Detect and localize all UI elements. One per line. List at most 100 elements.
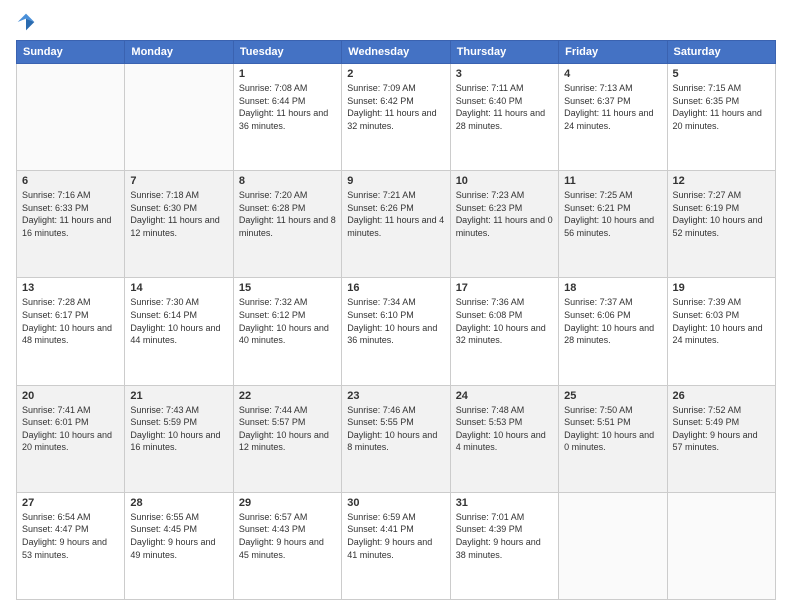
day-number: 15 bbox=[239, 282, 336, 294]
calendar-cell: 20 Sunrise: 7:41 AM Sunset: 6:01 PM Dayli… bbox=[17, 385, 125, 492]
calendar-cell: 23 Sunrise: 7:46 AM Sunset: 5:55 PM Dayli… bbox=[342, 385, 450, 492]
calendar-cell: 27Sunrise: 6:54 AM Sunset: 4:47 PM Dayli… bbox=[17, 492, 125, 599]
day-number: 1 bbox=[239, 68, 336, 80]
weekday-header-friday: Friday bbox=[559, 41, 667, 64]
day-number: 2 bbox=[347, 68, 444, 80]
day-detail: Sunrise: 7:32 AM Sunset: 6:12 PM Dayligh… bbox=[239, 296, 336, 346]
calendar-cell: 6 Sunrise: 7:16 AM Sunset: 6:33 PM Daylig… bbox=[17, 171, 125, 278]
day-detail: Sunrise: 7:37 AM Sunset: 6:06 PM Dayligh… bbox=[564, 296, 661, 346]
day-detail: Sunrise: 7:50 AM Sunset: 5:51 PM Dayligh… bbox=[564, 404, 661, 454]
day-number: 14 bbox=[130, 282, 227, 294]
calendar-cell bbox=[125, 64, 233, 171]
calendar-week-row: 6 Sunrise: 7:16 AM Sunset: 6:33 PM Daylig… bbox=[17, 171, 776, 278]
day-detail: Sunrise: 6:59 AM Sunset: 4:41 PM Dayligh… bbox=[347, 511, 444, 561]
calendar-cell: 7 Sunrise: 7:18 AM Sunset: 6:30 PM Daylig… bbox=[125, 171, 233, 278]
calendar-cell: 24Sunrise: 7:48 AM Sunset: 5:53 PM Dayli… bbox=[450, 385, 558, 492]
day-number: 8 bbox=[239, 175, 336, 187]
day-number: 10 bbox=[456, 175, 553, 187]
day-number: 16 bbox=[347, 282, 444, 294]
calendar-cell: 22 Sunrise: 7:44 AM Sunset: 5:57 PM Dayli… bbox=[233, 385, 341, 492]
day-number: 23 bbox=[347, 390, 444, 402]
calendar-week-row: 27Sunrise: 6:54 AM Sunset: 4:47 PM Dayli… bbox=[17, 492, 776, 599]
calendar-cell: 15 Sunrise: 7:32 AM Sunset: 6:12 PM Dayli… bbox=[233, 278, 341, 385]
calendar-cell: 14 Sunrise: 7:30 AM Sunset: 6:14 PM Dayli… bbox=[125, 278, 233, 385]
calendar-cell bbox=[17, 64, 125, 171]
calendar-cell: 5 Sunrise: 7:15 AM Sunset: 6:35 PM Daylig… bbox=[667, 64, 775, 171]
weekday-header-saturday: Saturday bbox=[667, 41, 775, 64]
day-number: 7 bbox=[130, 175, 227, 187]
calendar-cell: 12 Sunrise: 7:27 AM Sunset: 6:19 PM Dayli… bbox=[667, 171, 775, 278]
day-number: 29 bbox=[239, 497, 336, 509]
calendar-cell bbox=[559, 492, 667, 599]
day-number: 30 bbox=[347, 497, 444, 509]
day-detail: Sunrise: 7:18 AM Sunset: 6:30 PM Dayligh… bbox=[130, 189, 227, 239]
day-detail: Sunrise: 6:55 AM Sunset: 4:45 PM Dayligh… bbox=[130, 511, 227, 561]
day-number: 31 bbox=[456, 497, 553, 509]
weekday-header-wednesday: Wednesday bbox=[342, 41, 450, 64]
day-detail: Sunrise: 7:43 AM Sunset: 5:59 PM Dayligh… bbox=[130, 404, 227, 454]
day-detail: Sunrise: 7:23 AM Sunset: 6:23 PM Dayligh… bbox=[456, 189, 553, 239]
day-number: 21 bbox=[130, 390, 227, 402]
calendar-cell: 11 Sunrise: 7:25 AM Sunset: 6:21 PM Dayli… bbox=[559, 171, 667, 278]
calendar-cell: 2Sunrise: 7:09 AM Sunset: 6:42 PM Daylig… bbox=[342, 64, 450, 171]
day-detail: Sunrise: 7:41 AM Sunset: 6:01 PM Dayligh… bbox=[22, 404, 119, 454]
day-number: 5 bbox=[673, 68, 770, 80]
header bbox=[16, 12, 776, 32]
day-number: 6 bbox=[22, 175, 119, 187]
calendar-cell bbox=[667, 492, 775, 599]
calendar-cell: 21 Sunrise: 7:43 AM Sunset: 5:59 PM Dayli… bbox=[125, 385, 233, 492]
day-number: 3 bbox=[456, 68, 553, 80]
calendar-cell: 16 Sunrise: 7:34 AM Sunset: 6:10 PM Dayli… bbox=[342, 278, 450, 385]
day-number: 17 bbox=[456, 282, 553, 294]
calendar-cell: 1Sunrise: 7:08 AM Sunset: 6:44 PM Daylig… bbox=[233, 64, 341, 171]
day-detail: Sunrise: 7:15 AM Sunset: 6:35 PM Dayligh… bbox=[673, 82, 770, 132]
calendar-cell: 9Sunrise: 7:21 AM Sunset: 6:26 PM Daylig… bbox=[342, 171, 450, 278]
calendar-cell: 30 Sunrise: 6:59 AM Sunset: 4:41 PM Dayli… bbox=[342, 492, 450, 599]
calendar-week-row: 20 Sunrise: 7:41 AM Sunset: 6:01 PM Dayli… bbox=[17, 385, 776, 492]
day-number: 18 bbox=[564, 282, 661, 294]
weekday-header-tuesday: Tuesday bbox=[233, 41, 341, 64]
weekday-header-monday: Monday bbox=[125, 41, 233, 64]
day-number: 11 bbox=[564, 175, 661, 187]
calendar-cell: 28Sunrise: 6:55 AM Sunset: 4:45 PM Dayli… bbox=[125, 492, 233, 599]
calendar-cell: 8 Sunrise: 7:20 AM Sunset: 6:28 PM Daylig… bbox=[233, 171, 341, 278]
day-number: 12 bbox=[673, 175, 770, 187]
calendar-cell: 4Sunrise: 7:13 AM Sunset: 6:37 PM Daylig… bbox=[559, 64, 667, 171]
page: SundayMondayTuesdayWednesdayThursdayFrid… bbox=[0, 0, 792, 612]
day-detail: Sunrise: 7:46 AM Sunset: 5:55 PM Dayligh… bbox=[347, 404, 444, 454]
day-number: 19 bbox=[673, 282, 770, 294]
calendar-cell: 29 Sunrise: 6:57 AM Sunset: 4:43 PM Dayli… bbox=[233, 492, 341, 599]
calendar-cell: 13 Sunrise: 7:28 AM Sunset: 6:17 PM Dayli… bbox=[17, 278, 125, 385]
day-detail: Sunrise: 7:21 AM Sunset: 6:26 PM Dayligh… bbox=[347, 189, 444, 239]
calendar-cell: 17Sunrise: 7:36 AM Sunset: 6:08 PM Dayli… bbox=[450, 278, 558, 385]
calendar-week-row: 1Sunrise: 7:08 AM Sunset: 6:44 PM Daylig… bbox=[17, 64, 776, 171]
day-number: 4 bbox=[564, 68, 661, 80]
logo-icon bbox=[16, 12, 36, 32]
day-detail: Sunrise: 7:48 AM Sunset: 5:53 PM Dayligh… bbox=[456, 404, 553, 454]
day-detail: Sunrise: 7:27 AM Sunset: 6:19 PM Dayligh… bbox=[673, 189, 770, 239]
day-detail: Sunrise: 6:54 AM Sunset: 4:47 PM Dayligh… bbox=[22, 511, 119, 561]
calendar-cell: 25 Sunrise: 7:50 AM Sunset: 5:51 PM Dayli… bbox=[559, 385, 667, 492]
calendar-cell: 19 Sunrise: 7:39 AM Sunset: 6:03 PM Dayli… bbox=[667, 278, 775, 385]
day-detail: Sunrise: 7:16 AM Sunset: 6:33 PM Dayligh… bbox=[22, 189, 119, 239]
day-detail: Sunrise: 6:57 AM Sunset: 4:43 PM Dayligh… bbox=[239, 511, 336, 561]
day-detail: Sunrise: 7:44 AM Sunset: 5:57 PM Dayligh… bbox=[239, 404, 336, 454]
day-detail: Sunrise: 7:39 AM Sunset: 6:03 PM Dayligh… bbox=[673, 296, 770, 346]
day-number: 22 bbox=[239, 390, 336, 402]
day-detail: Sunrise: 7:25 AM Sunset: 6:21 PM Dayligh… bbox=[564, 189, 661, 239]
weekday-header-thursday: Thursday bbox=[450, 41, 558, 64]
calendar-week-row: 13 Sunrise: 7:28 AM Sunset: 6:17 PM Dayli… bbox=[17, 278, 776, 385]
day-detail: Sunrise: 7:28 AM Sunset: 6:17 PM Dayligh… bbox=[22, 296, 119, 346]
logo bbox=[16, 12, 40, 32]
day-detail: Sunrise: 7:01 AM Sunset: 4:39 PM Dayligh… bbox=[456, 511, 553, 561]
day-detail: Sunrise: 7:34 AM Sunset: 6:10 PM Dayligh… bbox=[347, 296, 444, 346]
day-number: 25 bbox=[564, 390, 661, 402]
day-number: 20 bbox=[22, 390, 119, 402]
weekday-header-row: SundayMondayTuesdayWednesdayThursdayFrid… bbox=[17, 41, 776, 64]
day-detail: Sunrise: 7:11 AM Sunset: 6:40 PM Dayligh… bbox=[456, 82, 553, 132]
day-detail: Sunrise: 7:30 AM Sunset: 6:14 PM Dayligh… bbox=[130, 296, 227, 346]
day-number: 13 bbox=[22, 282, 119, 294]
weekday-header-sunday: Sunday bbox=[17, 41, 125, 64]
day-detail: Sunrise: 7:20 AM Sunset: 6:28 PM Dayligh… bbox=[239, 189, 336, 239]
calendar-cell: 10 Sunrise: 7:23 AM Sunset: 6:23 PM Dayli… bbox=[450, 171, 558, 278]
